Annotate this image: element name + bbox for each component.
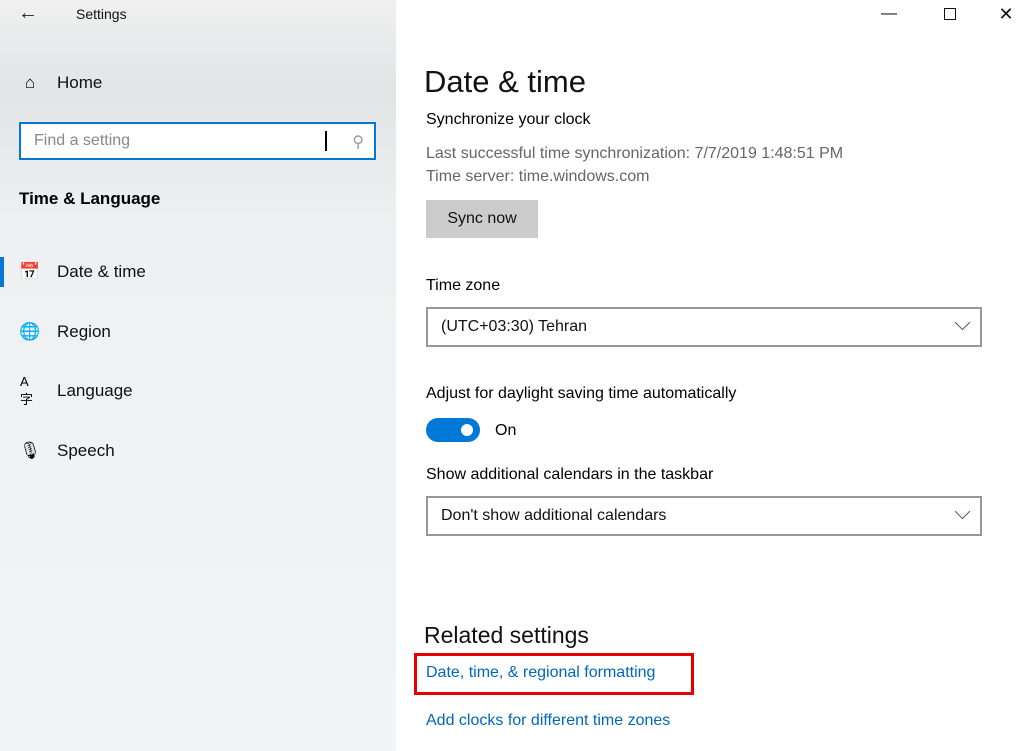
search-icon[interactable]: ⚲ [352,132,364,152]
maximize-icon [944,8,956,20]
globe-icon: 🌐 [19,322,41,341]
region-label: Region [57,322,111,341]
chevron-down-icon [954,314,971,331]
close-button[interactable]: ✕ [983,0,1024,28]
speech-label: Speech [57,441,115,460]
search-input[interactable]: Find a setting ⚲ [19,122,376,160]
calendars-dropdown[interactable]: Don't show additional calendars [426,496,982,536]
window-title: Settings [76,6,127,22]
language-icon: A字 [20,374,34,407]
language-label: Language [57,381,133,400]
minimize-button[interactable]: — [866,0,912,28]
dst-state: On [495,422,517,439]
section-heading: Time & Language [19,189,161,208]
add-clocks-link[interactable]: Add clocks for different time zones [426,712,670,730]
home-icon: ⌂ [24,73,36,92]
sidebar-item-language[interactable]: A字 Language [0,371,396,411]
sidebar-item-home[interactable]: ⌂ Home [0,63,396,103]
text-cursor [325,131,327,151]
timezone-label: Time zone [426,277,501,294]
home-label: Home [57,73,103,92]
maximize-button[interactable] [927,0,973,28]
timezone-value: (UTC+03:30) Tehran [441,318,587,335]
sidebar-item-date-time[interactable]: 📅 Date & time [0,252,396,292]
timezone-dropdown[interactable]: (UTC+03:30) Tehran [426,307,982,347]
sync-heading: Synchronize your clock [426,111,591,128]
sync-now-button[interactable]: Sync now [426,200,538,238]
calendars-label: Show additional calendars in the taskbar [426,466,714,483]
date-time-label: Date & time [57,262,146,281]
dst-toggle[interactable] [426,418,480,442]
back-button[interactable]: ← [18,2,38,25]
sidebar-item-speech[interactable]: 🎙 Speech [0,431,396,471]
calendar-clock-icon: 📅 [19,262,41,281]
selection-indicator [0,257,4,287]
time-server-text: Time server: time.windows.com [426,168,650,185]
microphone-icon: 🎙 [19,441,41,460]
sidebar: ← Settings ⌂ Home Find a setting ⚲ Time … [0,0,396,751]
chevron-down-icon [954,503,971,520]
calendars-value: Don't show additional calendars [441,507,667,524]
last-sync-text: Last successful time synchronization: 7/… [426,145,844,162]
dst-label: Adjust for daylight saving time automati… [426,385,737,402]
page-title: Date & time [424,64,586,99]
sidebar-item-region[interactable]: 🌐 Region [0,312,396,352]
related-heading: Related settings [424,622,589,648]
search-placeholder: Find a setting [34,132,131,149]
regional-formatting-link[interactable]: Date, time, & regional formatting [426,664,655,682]
